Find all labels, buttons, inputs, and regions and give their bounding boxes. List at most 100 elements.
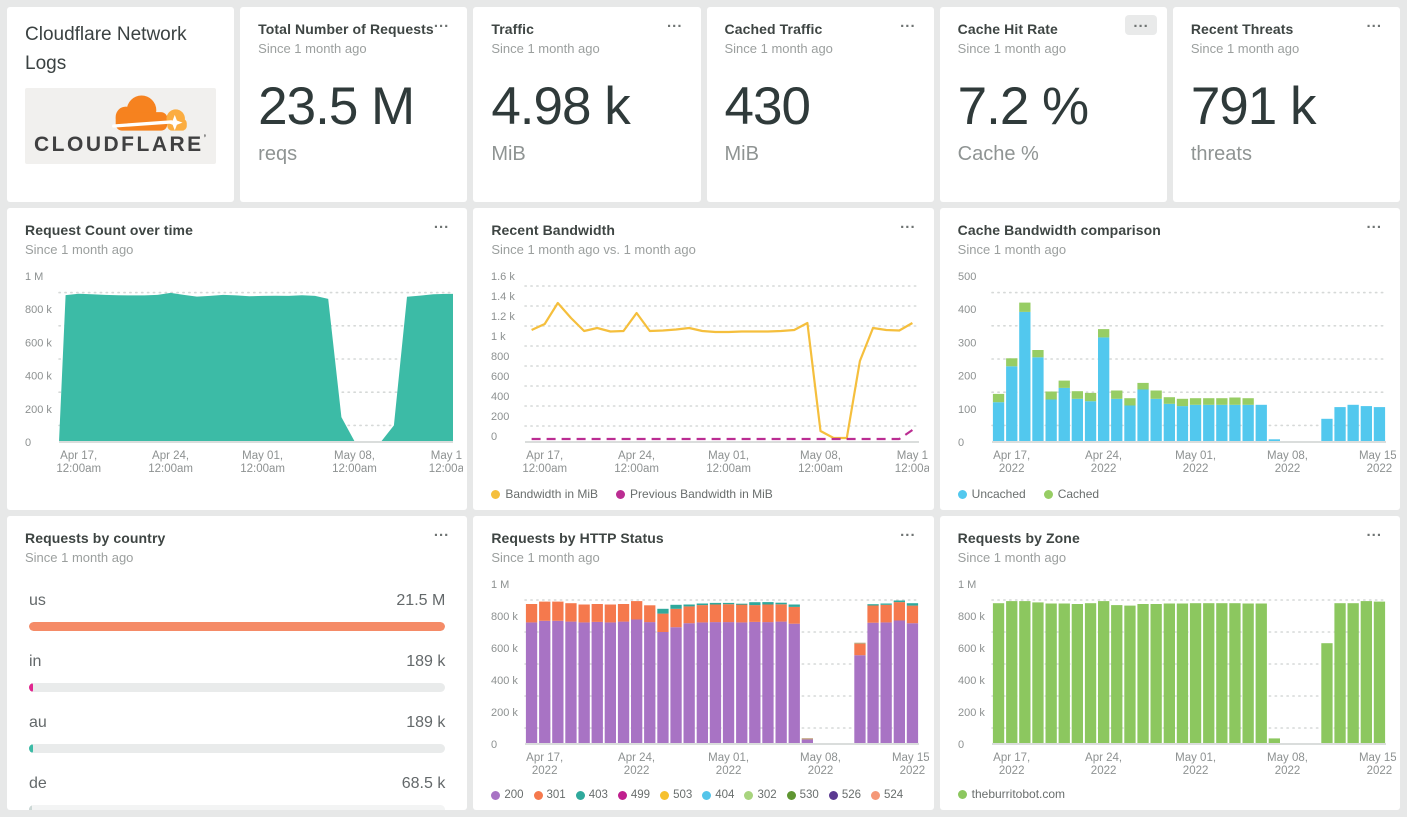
stat-card-cached-traffic: Cached Traffic Since 1 month ago ... 430… bbox=[706, 7, 934, 202]
http-status-chart[interactable]: 1 M 800 k 600 k 400 k 200 k 0 Apr 17, 2022 Apr 2… bbox=[479, 578, 933, 780]
card-menu-ellipsis-icon[interactable]: ... bbox=[426, 524, 458, 544]
bar-segment bbox=[907, 623, 919, 744]
stat-value: 23.5 M bbox=[258, 77, 415, 136]
bar-segment bbox=[992, 402, 1004, 442]
line-series bbox=[531, 301, 914, 440]
y-axis-label: 1 M bbox=[491, 579, 509, 591]
chart-card-http-status: Requests by HTTP Status Since 1 month ag… bbox=[473, 516, 934, 810]
card-menu-ellipsis-icon[interactable]: ... bbox=[1125, 15, 1157, 35]
legend-item-404[interactable]: 404 bbox=[702, 789, 734, 801]
legend-item-499[interactable]: 499 bbox=[617, 789, 650, 801]
requests-by-zone-chart[interactable]: 1 M 800 k 600 k 400 k 200 k 0 Apr 17, 2022 Apr 2… bbox=[946, 578, 1400, 780]
legend-item-Uncached[interactable]: Uncached bbox=[957, 487, 1026, 501]
bar-segment bbox=[894, 620, 906, 744]
country-bar-fill bbox=[29, 683, 33, 692]
card-menu-ellipsis-icon[interactable]: ... bbox=[892, 216, 924, 236]
x-axis-label: 12:00am bbox=[707, 463, 752, 475]
bar-segment bbox=[1242, 603, 1254, 744]
x-axis-label: May 15, bbox=[1359, 450, 1396, 462]
legend-item-Previous-Bandwidth-in-MiB[interactable]: Previous Bandwidth in MiB bbox=[616, 487, 773, 501]
x-axis-label: May 15, bbox=[892, 752, 929, 764]
bar-segment bbox=[683, 604, 696, 607]
cache-bandwidth-chart[interactable]: 500 400 300 200 100 0 Apr 17, 2022 Apr 24, 2022 Ma… bbox=[946, 270, 1400, 478]
legend-dot-icon bbox=[871, 790, 881, 800]
bar-segment bbox=[1058, 380, 1070, 388]
x-axis-label: Apr 17, bbox=[526, 450, 563, 462]
bar-segment bbox=[1071, 391, 1083, 399]
bar-segment bbox=[1031, 350, 1044, 358]
bar-segment bbox=[1176, 603, 1188, 744]
chart-card-request-count: Request Count over time Since 1 month ag… bbox=[7, 208, 468, 510]
legend-item-503[interactable]: 503 bbox=[660, 789, 692, 801]
legend-dot-icon bbox=[491, 489, 501, 499]
request-count-chart[interactable]: 1 M 800 k 600 k 400 k 200 k 0 Apr 17, 12:00am Ap… bbox=[13, 270, 465, 478]
bar-segment bbox=[1202, 603, 1215, 744]
y-axis-label: 800 k bbox=[491, 611, 518, 623]
x-axis-label: 2022 bbox=[900, 765, 926, 777]
bar-segment bbox=[1202, 404, 1215, 442]
card-menu-ellipsis-icon[interactable]: ... bbox=[426, 15, 458, 35]
card-menu-ellipsis-icon[interactable]: ... bbox=[426, 216, 458, 236]
legend-item-theburritobot.com[interactable]: theburritobot.com bbox=[957, 787, 1065, 801]
bar-segment bbox=[1005, 601, 1018, 744]
bar-segment bbox=[1084, 401, 1096, 442]
country-label: us bbox=[29, 592, 46, 609]
legend-label: Previous Bandwidth in MiB bbox=[630, 487, 773, 501]
stat-card-recent-threats: Recent Threats Since 1 month ago ... 791… bbox=[1172, 7, 1400, 202]
bar-segment bbox=[657, 613, 669, 632]
bar-segment bbox=[1123, 405, 1136, 442]
y-axis-label: 1 M bbox=[25, 271, 43, 283]
chart-subtitle: Since 1 month ago bbox=[25, 242, 134, 257]
x-axis-label: 2022 bbox=[532, 765, 558, 777]
bar-segment bbox=[894, 602, 906, 621]
recent-bandwidth-chart[interactable]: 1.6 k 1.4 k 1.2 k1 k 800 600 400 200 0 Apr 17, 12… bbox=[479, 270, 931, 478]
legend-item-Bandwidth-in-MiB[interactable]: Bandwidth in MiB bbox=[491, 487, 598, 501]
legend-item-530[interactable]: 530 bbox=[786, 789, 819, 801]
legend-dot-icon bbox=[533, 790, 543, 800]
stat-value: 7.2 % bbox=[957, 77, 1090, 136]
bar-segment bbox=[1150, 604, 1162, 744]
x-axis-label: 12:00am bbox=[148, 463, 193, 475]
x-axis-label: Apr 17, bbox=[60, 450, 97, 462]
card-menu-ellipsis-icon[interactable]: ... bbox=[892, 524, 924, 544]
bar-segment bbox=[591, 621, 604, 744]
bar-segment bbox=[1255, 404, 1267, 442]
legend-item-301[interactable]: 301 bbox=[533, 789, 566, 801]
card-menu-ellipsis-icon[interactable]: ... bbox=[1358, 524, 1390, 544]
legend-item-200[interactable]: 200 bbox=[491, 789, 524, 801]
legend-item-403[interactable]: 403 bbox=[575, 789, 608, 801]
legend-item-302[interactable]: 302 bbox=[744, 789, 777, 801]
legend-dot-icon bbox=[660, 790, 670, 800]
card-menu-ellipsis-icon[interactable]: ... bbox=[659, 15, 691, 35]
legend-item-524[interactable]: 524 bbox=[871, 789, 903, 801]
legend-item-Cached[interactable]: Cached bbox=[1043, 487, 1099, 501]
bar-segment bbox=[762, 602, 774, 605]
bar-segment bbox=[1215, 398, 1228, 405]
stat-subtitle: Since 1 month ago bbox=[258, 41, 367, 56]
bar-segment bbox=[657, 632, 669, 744]
bar-segment bbox=[710, 622, 722, 744]
bar-segment bbox=[867, 605, 880, 623]
stat-subtitle: Since 1 month ago bbox=[724, 41, 833, 56]
legend-item-526[interactable]: 526 bbox=[828, 789, 861, 801]
card-menu-ellipsis-icon[interactable]: ... bbox=[1358, 15, 1390, 35]
bar-segment bbox=[749, 605, 761, 622]
legend-dot-icon bbox=[744, 790, 754, 800]
card-menu-ellipsis-icon[interactable]: ... bbox=[1358, 216, 1390, 236]
bar-segment bbox=[1045, 603, 1057, 744]
x-axis-label: 2022 bbox=[999, 765, 1025, 777]
dashboard-title: Cloudflare Network Logs bbox=[25, 24, 187, 74]
chart-svg: 1 M800 k600 k400 k200 k0Apr 17,2022Apr 2… bbox=[491, 579, 933, 777]
y-axis-label: 600 k bbox=[25, 337, 52, 349]
bar-segment bbox=[526, 604, 538, 623]
bar-segment bbox=[1176, 398, 1188, 407]
cloudflare-logo: CLOUDFLARE’ bbox=[25, 88, 217, 164]
bar-segment bbox=[1189, 398, 1201, 405]
legend-dot-icon bbox=[617, 790, 627, 800]
x-axis-label: 12:00am bbox=[615, 463, 660, 475]
bar-segment bbox=[1110, 605, 1123, 744]
bar-segment bbox=[788, 604, 801, 607]
x-axis-label: 2022 bbox=[1090, 463, 1116, 475]
card-menu-ellipsis-icon[interactable]: ... bbox=[892, 15, 924, 35]
x-axis-label: Apr 17, bbox=[993, 752, 1030, 764]
